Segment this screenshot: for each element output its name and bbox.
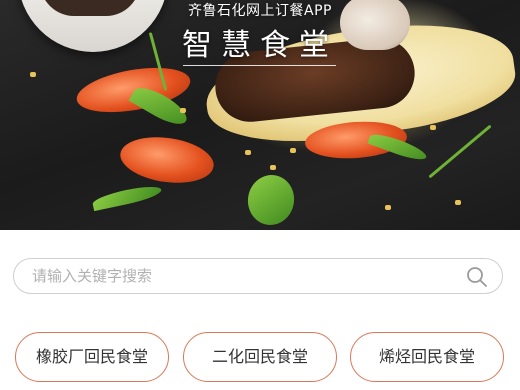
search-bar bbox=[13, 258, 503, 294]
canteen-list: 橡胶厂回民食堂 二化回民食堂 烯烃回民食堂 bbox=[0, 332, 520, 384]
crumb-garnish bbox=[30, 72, 36, 77]
crumb-garnish bbox=[385, 205, 391, 210]
title-divider bbox=[183, 65, 336, 66]
crumb-garnish bbox=[290, 148, 296, 153]
crumb-garnish bbox=[245, 150, 251, 155]
app-subtitle: 齐鲁石化网上订餐APP bbox=[188, 3, 332, 19]
leaf-garnish-image bbox=[244, 171, 298, 229]
crumb-garnish bbox=[430, 125, 436, 130]
search-input[interactable] bbox=[32, 259, 452, 293]
herb-stem-image bbox=[428, 124, 492, 179]
crumb-garnish bbox=[270, 165, 276, 170]
leaf-garnish-image bbox=[91, 182, 163, 212]
search-icon[interactable] bbox=[466, 266, 488, 288]
canteen-button-olefin[interactable]: 烯烃回民食堂 bbox=[350, 332, 504, 382]
hero-banner: 齐鲁石化网上订餐APP 智慧食堂 bbox=[0, 0, 520, 230]
canteen-button-erhua[interactable]: 二化回民食堂 bbox=[183, 332, 337, 382]
crumb-garnish bbox=[180, 108, 186, 113]
canteen-button-rubber-factory[interactable]: 橡胶厂回民食堂 bbox=[15, 332, 169, 382]
app-title: 智慧食堂 bbox=[182, 28, 338, 63]
crumb-garnish bbox=[455, 200, 461, 205]
tomato-slice-image bbox=[117, 131, 217, 189]
